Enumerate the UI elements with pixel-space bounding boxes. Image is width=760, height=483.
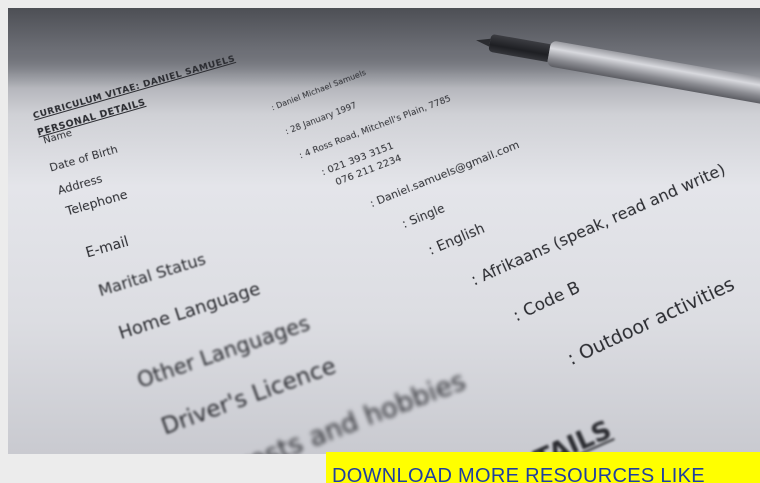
next-section-heading-partial: TAILS (530, 415, 617, 454)
value-drivers-licence: : Code B (510, 277, 584, 327)
download-banner[interactable]: DOWNLOAD MORE RESOURCES LIKE (326, 452, 760, 483)
label-dob: Date of Birth (48, 142, 120, 175)
label-marital-status: Marital Status (96, 249, 208, 301)
label-email: E-mail (84, 233, 131, 262)
download-banner-text[interactable]: DOWNLOAD MORE RESOURCES LIKE (332, 465, 705, 483)
value-marital-status: : Single (400, 201, 447, 231)
cv-photo: CURRICULUM VITAE: DANIEL SAMUELS PERSONA… (8, 8, 760, 454)
value-home-language: : English (426, 220, 488, 259)
value-interests: : Outdoor activities (564, 273, 738, 370)
value-other-languages: : Afrikaans (speak, read and write) (468, 159, 729, 290)
